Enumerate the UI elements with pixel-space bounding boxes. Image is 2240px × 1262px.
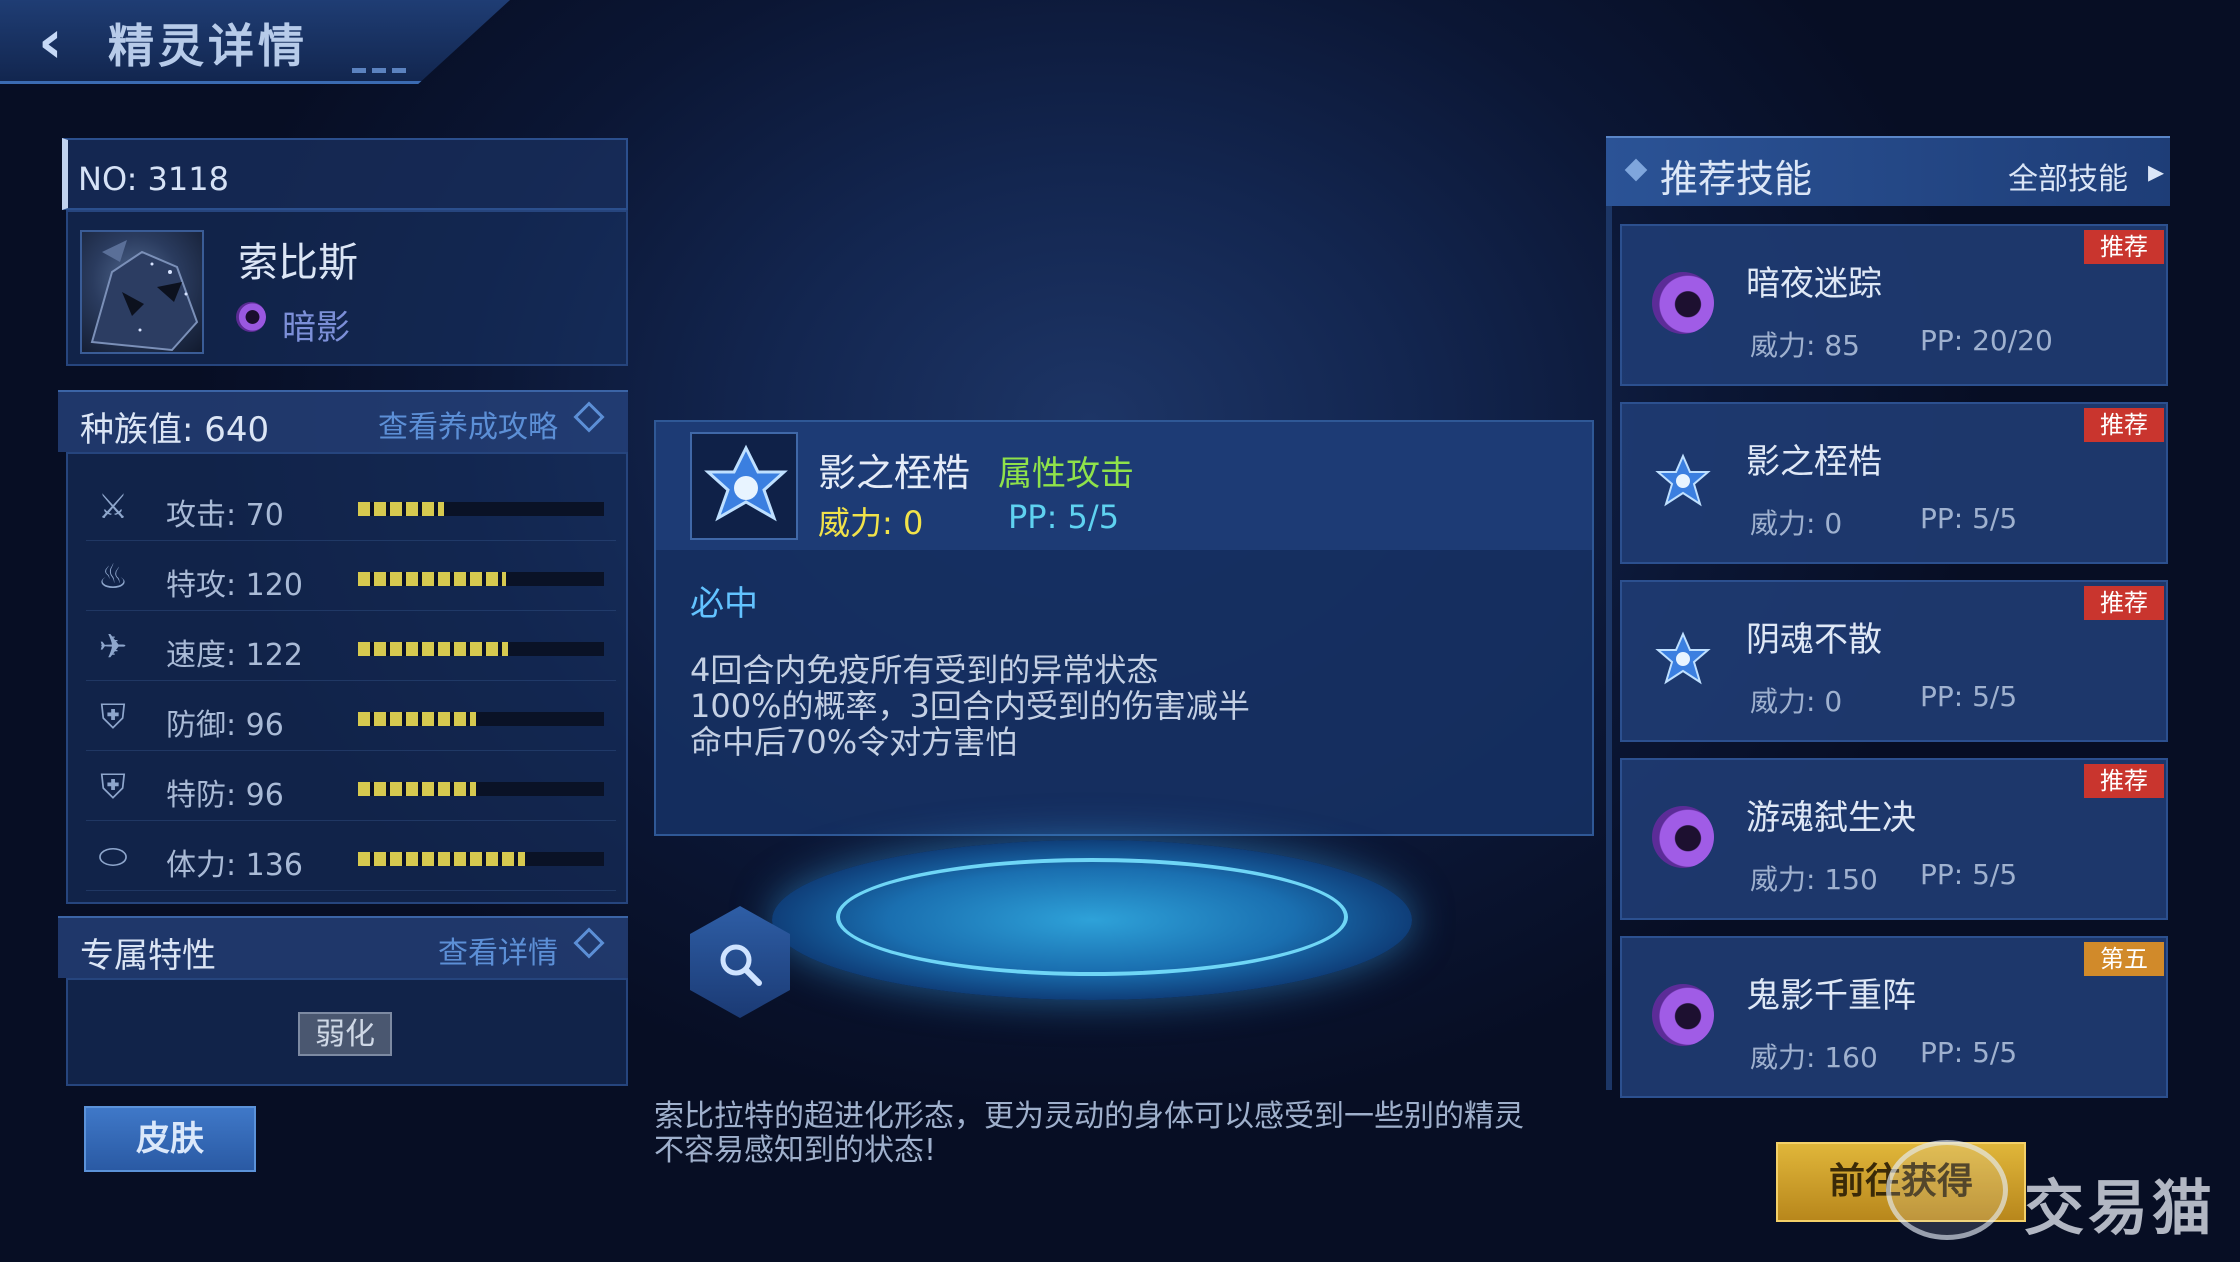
trait-detail-link[interactable]: 查看详情	[438, 928, 558, 972]
header-dash-decoration	[372, 68, 386, 73]
skill-item-name: 阴魂不散	[1746, 620, 1882, 660]
energy-icon: ♨	[97, 557, 129, 597]
training-guide-link[interactable]: 查看养成攻略	[378, 402, 558, 446]
skill-item-pp: PP: 5/5	[1920, 1036, 2018, 1069]
star-icon	[704, 444, 788, 522]
skill-name: 影之桎梏	[818, 451, 971, 495]
pet-type-name: 暗影	[282, 308, 350, 348]
skill-description-line: 100%的概率，3回合内受到的伤害减半	[690, 687, 1250, 725]
pet-name: 索比斯	[238, 240, 358, 286]
capsule-icon: ⬭	[98, 837, 128, 877]
race-value: 种族值: 640	[80, 410, 270, 450]
stat-label: 特攻: 120	[166, 568, 303, 603]
stat-row: ⚔ 攻击: 70	[86, 478, 616, 541]
trait-badge[interactable]: 弱化	[298, 1012, 392, 1056]
stat-bar-track	[358, 642, 604, 656]
skill-tag-badge: 推荐	[2084, 764, 2164, 798]
recommended-skill-item[interactable]: 影之桎梏威力: 0 PP: 5/5 推荐	[1620, 402, 2168, 564]
skill-item-power: 威力: 0	[1750, 507, 1843, 540]
skill-description-line: 命中后70%令对方害怕	[690, 723, 1018, 761]
pet-flavor-text: 不容易感知到的状态!	[654, 1133, 937, 1168]
recommended-skill-item[interactable]: 阴魂不散威力: 0 PP: 5/5 推荐	[1620, 580, 2168, 742]
skill-item-power: 威力: 0	[1750, 685, 1843, 718]
watermark-cat-logo	[1886, 1140, 2008, 1240]
sword-icon: ⚔	[97, 487, 129, 527]
pet-flavor-text: 索比拉特的超进化形态，更为灵动的身体可以感受到一些别的精灵	[654, 1099, 1524, 1134]
moon-icon	[1652, 984, 1714, 1046]
skill-item-pp: PP: 5/5	[1920, 680, 2018, 713]
recommended-skills-title: 推荐技能	[1660, 157, 1813, 201]
stat-bar-track	[358, 712, 604, 726]
skill-item-pp: PP: 20/20	[1920, 324, 2053, 357]
shadow-type-icon	[236, 302, 266, 332]
search-icon[interactable]	[716, 940, 764, 988]
stat-label: 攻击: 70	[166, 498, 284, 533]
skill-item-pp: PP: 5/5	[1920, 858, 2018, 891]
star-icon	[1655, 453, 1711, 507]
skill-icon-box	[690, 432, 798, 540]
stat-bar-fill	[358, 712, 476, 726]
skill-item-name: 暗夜迷踪	[1746, 264, 1882, 304]
skill-category: 属性攻击	[998, 454, 1134, 494]
stat-row: ♨ 特攻: 120	[86, 548, 616, 611]
skill-tag-badge: 推荐	[2084, 230, 2164, 264]
boot-icon: ✈	[98, 627, 128, 667]
header-dash-decoration	[352, 68, 366, 73]
skill-tag-badge: 第五	[2084, 942, 2164, 976]
skill-item-power: 威力: 150	[1750, 863, 1878, 896]
skill-item-power: 威力: 85	[1750, 329, 1860, 362]
skill-item-pp: PP: 5/5	[1920, 502, 2018, 535]
stat-row: ⛨ 特防: 96	[86, 758, 616, 821]
recommended-skill-item[interactable]: 游魂弑生决威力: 150 PP: 5/5 推荐	[1620, 758, 2168, 920]
stat-label: 体力: 136	[166, 848, 303, 883]
stat-bar-fill	[358, 572, 506, 586]
stat-row: ✈ 速度: 122	[86, 618, 616, 681]
stat-bar-track	[358, 502, 604, 516]
skin-button[interactable]: 皮肤	[84, 1106, 256, 1172]
stat-bar-fill	[358, 502, 444, 516]
special-shield-icon: ⛨	[100, 767, 126, 807]
skill-item-name: 游魂弑生决	[1746, 798, 1916, 838]
pet-number: NO: 3118	[78, 160, 229, 198]
platform-ring	[836, 858, 1348, 976]
page-title: 精灵详情	[108, 19, 308, 73]
recommended-skill-item[interactable]: 暗夜迷踪威力: 85 PP: 20/20 推荐	[1620, 224, 2168, 386]
header-dash-decoration	[392, 68, 406, 73]
skill-item-name: 鬼影千重阵	[1746, 976, 1916, 1016]
skill-item-power: 威力: 160	[1750, 1041, 1878, 1074]
moon-icon	[1652, 806, 1714, 868]
shield-icon: ⛨	[100, 697, 126, 737]
list-spine-decoration	[1606, 206, 1612, 1090]
stat-bar-track	[358, 852, 604, 866]
stat-row: ⬭ 体力: 136	[86, 828, 616, 891]
trait-title: 专属特性	[80, 936, 216, 976]
stat-bar-fill	[358, 782, 476, 796]
star-icon	[1655, 631, 1711, 685]
stat-bar-fill	[358, 642, 508, 656]
stat-label: 速度: 122	[166, 638, 303, 673]
stat-bar-track	[358, 782, 604, 796]
recommended-skill-item[interactable]: 鬼影千重阵威力: 160 PP: 5/5 第五	[1620, 936, 2168, 1098]
all-skills-link[interactable]: 全部技能	[2008, 154, 2128, 198]
skill-power: 威力: 0	[818, 504, 924, 542]
moon-icon	[1652, 272, 1714, 334]
skill-hit-rule: 必中	[690, 584, 758, 624]
skill-pp: PP: 5/5	[1008, 498, 1120, 536]
skill-item-name: 影之桎梏	[1746, 442, 1882, 482]
skill-tag-badge: 推荐	[2084, 586, 2164, 620]
watermark-text: 交易猫	[2024, 1174, 2216, 1244]
stat-label: 特防: 96	[166, 778, 284, 813]
stat-row: ⛨ 防御: 96	[86, 688, 616, 751]
chevron-right-icon[interactable]: ▸	[2148, 152, 2164, 190]
skill-description-line: 4回合内免疫所有受到的异常状态	[690, 651, 1159, 689]
stat-bar-fill	[358, 852, 525, 866]
stat-label: 防御: 96	[166, 708, 284, 743]
pet-avatar[interactable]	[80, 230, 204, 354]
back-arrow-icon[interactable]: ‹	[38, 12, 88, 72]
skill-tag-badge: 推荐	[2084, 408, 2164, 442]
stat-bar-track	[358, 572, 604, 586]
